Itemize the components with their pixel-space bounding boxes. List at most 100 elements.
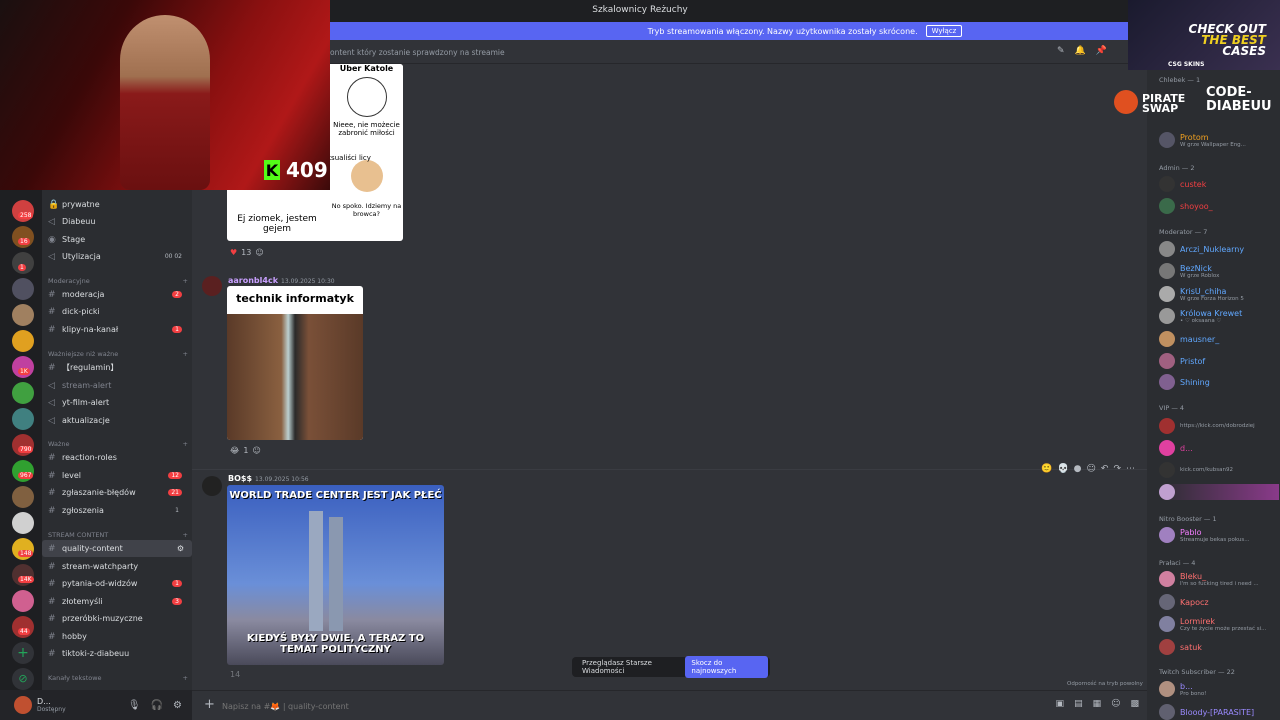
more-icon[interactable]: ⋯ [1126, 464, 1135, 474]
server-icon[interactable] [12, 512, 34, 534]
server-icon[interactable] [12, 278, 34, 300]
channel-item[interactable]: # zgłaszanie-błędów 21 [42, 484, 192, 501]
member-item[interactable]: Pristof [1159, 353, 1205, 369]
gif-icon[interactable]: ▤ [1074, 699, 1083, 709]
reaction[interactable]: 😂 1 ☺ [230, 446, 261, 455]
server-icon[interactable] [12, 304, 34, 326]
sticker-icon[interactable]: ▦ [1093, 699, 1102, 709]
reaction[interactable]: ♥ 13 ☺ [230, 248, 264, 257]
add-channel-icon[interactable]: + [183, 674, 188, 682]
meme-image[interactable]: WORLD TRADE CENTER JEST JAK PŁEĆ KIEDYŚ … [227, 485, 444, 665]
member-item[interactable]: satuk [1159, 639, 1202, 655]
channel-item[interactable]: # 【regulamin】 [42, 359, 192, 376]
avatar[interactable] [14, 696, 32, 714]
channel-item[interactable]: # reaction-roles [42, 449, 192, 466]
server-icon[interactable] [12, 330, 34, 352]
channel-item[interactable]: ◁ Utylizacja 00 02 [42, 248, 192, 265]
threads-icon[interactable]: ✎ [1057, 46, 1065, 56]
skull-icon[interactable]: 💀 [1057, 464, 1068, 474]
member-item[interactable]: Lormirek Czy te życie może przestać si... [1159, 616, 1266, 632]
server-icon[interactable] [12, 486, 34, 508]
member-item[interactable]: mausner_ [1159, 331, 1219, 347]
gift-icon[interactable]: ▣ [1056, 699, 1065, 709]
member-item[interactable]: custek [1159, 176, 1206, 192]
member-item[interactable]: https://kick.com/dobrodziej [1159, 418, 1255, 434]
add-reaction-icon[interactable]: ☺ [255, 248, 263, 257]
category-header[interactable]: Kanały tekstowe + [48, 674, 188, 682]
channel-item[interactable]: # level 12 [42, 467, 192, 484]
discover-icon[interactable]: ⊘ [12, 668, 34, 690]
forward-icon[interactable]: ↷ [1113, 464, 1121, 474]
add-channel-icon[interactable]: + [183, 277, 188, 285]
member-item[interactable]: KrisU_chiha W grze Forza Horizon 5 [1159, 286, 1244, 302]
member-item[interactable]: Pablo Streamuje bekas pokus... [1159, 527, 1249, 543]
reaction[interactable]: 14 [230, 670, 240, 679]
channel-item-active[interactable]: # quality-content ⚙ [42, 540, 192, 557]
member-item[interactable]: Protom W grze Wallpaper Eng... [1159, 132, 1246, 148]
member-item[interactable]: Kapocz [1159, 594, 1209, 610]
message-input[interactable] [222, 697, 982, 715]
avatar[interactable] [202, 276, 222, 296]
add-server-icon[interactable]: + [12, 642, 34, 664]
channel-item[interactable]: ◉ Stage [42, 231, 192, 248]
message-author[interactable]: aaronbl4ck 13.09.2025 10:30 [228, 276, 335, 285]
jump-to-present-button[interactable]: Skocz do najnowszych [685, 656, 768, 678]
channel-item[interactable]: # hobby [42, 628, 192, 645]
reply-icon[interactable]: ↶ [1101, 464, 1109, 474]
channel-label: hobby [62, 632, 87, 641]
channel-item[interactable]: # złotemyśli 3 [42, 593, 192, 610]
disable-streamer-mode-button[interactable]: Wyłącz [925, 25, 963, 37]
server-icon[interactable] [12, 590, 34, 612]
member-item[interactable]: d... [1159, 440, 1193, 456]
channel-item[interactable]: ◁ stream-alert [42, 377, 192, 394]
member-item[interactable]: Arczi_Nuklearny [1159, 241, 1244, 257]
apps-icon[interactable]: ▩ [1130, 699, 1139, 709]
emoji-icon[interactable]: ☺ [1111, 699, 1120, 709]
member-item[interactable]: shoyoo_ [1159, 198, 1213, 214]
add-reaction-icon[interactable]: ☺ [1087, 464, 1096, 474]
channel-item[interactable]: # klipy-na-kanał 1 [42, 321, 192, 338]
channel-item[interactable]: # zgłoszenia 1 [42, 502, 192, 519]
member-item[interactable]: Shining [1159, 374, 1210, 390]
message-author[interactable]: BO$$ 13.09.2025 10:56 [228, 474, 309, 483]
pin-icon[interactable]: 📌 [1096, 46, 1107, 56]
category-header[interactable]: Ważniejsze niż ważne + [48, 350, 188, 358]
add-channel-icon[interactable]: + [183, 350, 188, 358]
member-item[interactable]: BezNick W grze Roblox [1159, 263, 1219, 279]
channel-item[interactable]: ◁ yt-film-alert [42, 394, 192, 411]
channel-item[interactable]: ◁ aktualizacje [42, 412, 192, 429]
member-item[interactable]: Bleku_ I'm so fucking tired i need ... [1159, 571, 1259, 587]
channel-item[interactable]: # moderacja 2 [42, 286, 192, 303]
avatar[interactable] [202, 476, 222, 496]
category-header[interactable]: STREAM CONTENT + [48, 531, 188, 539]
add-channel-icon[interactable]: + [183, 531, 188, 539]
channel-item[interactable]: 🔒 prywatne [42, 196, 192, 213]
meme-image[interactable]: technik informatyk [227, 286, 363, 440]
channel-item[interactable]: # tiktoki-z-diabeuu [42, 645, 192, 662]
add-reaction-icon[interactable]: ☺ [252, 446, 260, 455]
member-item[interactable]: kick.com/kubsan92 [1159, 462, 1233, 478]
channel-item[interactable]: # pytania-od-widzów 1 [42, 575, 192, 592]
headphones-icon[interactable]: 🎧 [151, 700, 163, 711]
mic-icon[interactable]: 🎙 [128, 700, 141, 711]
settings-icon[interactable]: ⚙ [177, 544, 184, 553]
settings-icon[interactable]: ⚙ [173, 700, 182, 711]
channel-item[interactable]: ◁ Diabeuu [42, 213, 192, 230]
notifications-icon[interactable]: 🔔 [1075, 46, 1086, 56]
flag-icon[interactable]: ● [1074, 464, 1082, 474]
channel-item[interactable]: # przeróbki-muzyczne [42, 610, 192, 627]
member-item[interactable]: b... Pro bono! [1159, 681, 1206, 697]
server-badge: 258 [18, 212, 34, 219]
member-item[interactable] [1159, 484, 1279, 500]
member-item[interactable]: Bloody-[PARASITE] [1159, 704, 1254, 720]
server-icon[interactable] [12, 382, 34, 404]
attach-icon[interactable]: + [204, 697, 215, 712]
member-item[interactable]: Królowa Krewet • ♡ oksaana ♡ [1159, 308, 1242, 324]
category-header[interactable]: Ważne + [48, 440, 188, 448]
server-icon[interactable] [12, 408, 34, 430]
channel-item[interactable]: # stream-watchparty [42, 558, 192, 575]
channel-item[interactable]: # dick-picki [42, 303, 192, 320]
add-channel-icon[interactable]: + [183, 440, 188, 448]
reaction-icon[interactable]: 🙂 [1041, 464, 1052, 474]
category-header[interactable]: Moderacyjne + [48, 277, 188, 285]
